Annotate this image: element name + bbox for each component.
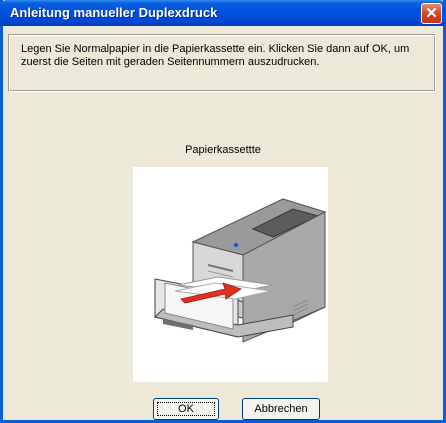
title-bar[interactable]: Anleitung manueller Duplexdruck ✕ [0,0,446,26]
cancel-button-label: Abbrechen [254,403,308,415]
printer-paper-tray-illustration-icon [154,198,327,343]
instruction-text: Legen Sie Normalpapier in die Papierkass… [21,43,410,68]
image-caption: Papierkassettte [185,144,261,156]
close-icon: ✕ [425,5,438,22]
window-title: Anleitung manueller Duplexdruck [10,5,218,20]
printer-illustration [133,167,328,382]
focus-rectangle [157,402,215,416]
message-panel: Legen Sie Normalpapier in die Papierkass… [8,34,436,92]
dialog-window: Anleitung manueller Duplexdruck ✕ Legen … [0,0,446,423]
close-button[interactable]: ✕ [421,3,442,24]
cancel-button[interactable]: Abbrechen [242,398,320,420]
ok-button[interactable]: OK [153,398,219,420]
